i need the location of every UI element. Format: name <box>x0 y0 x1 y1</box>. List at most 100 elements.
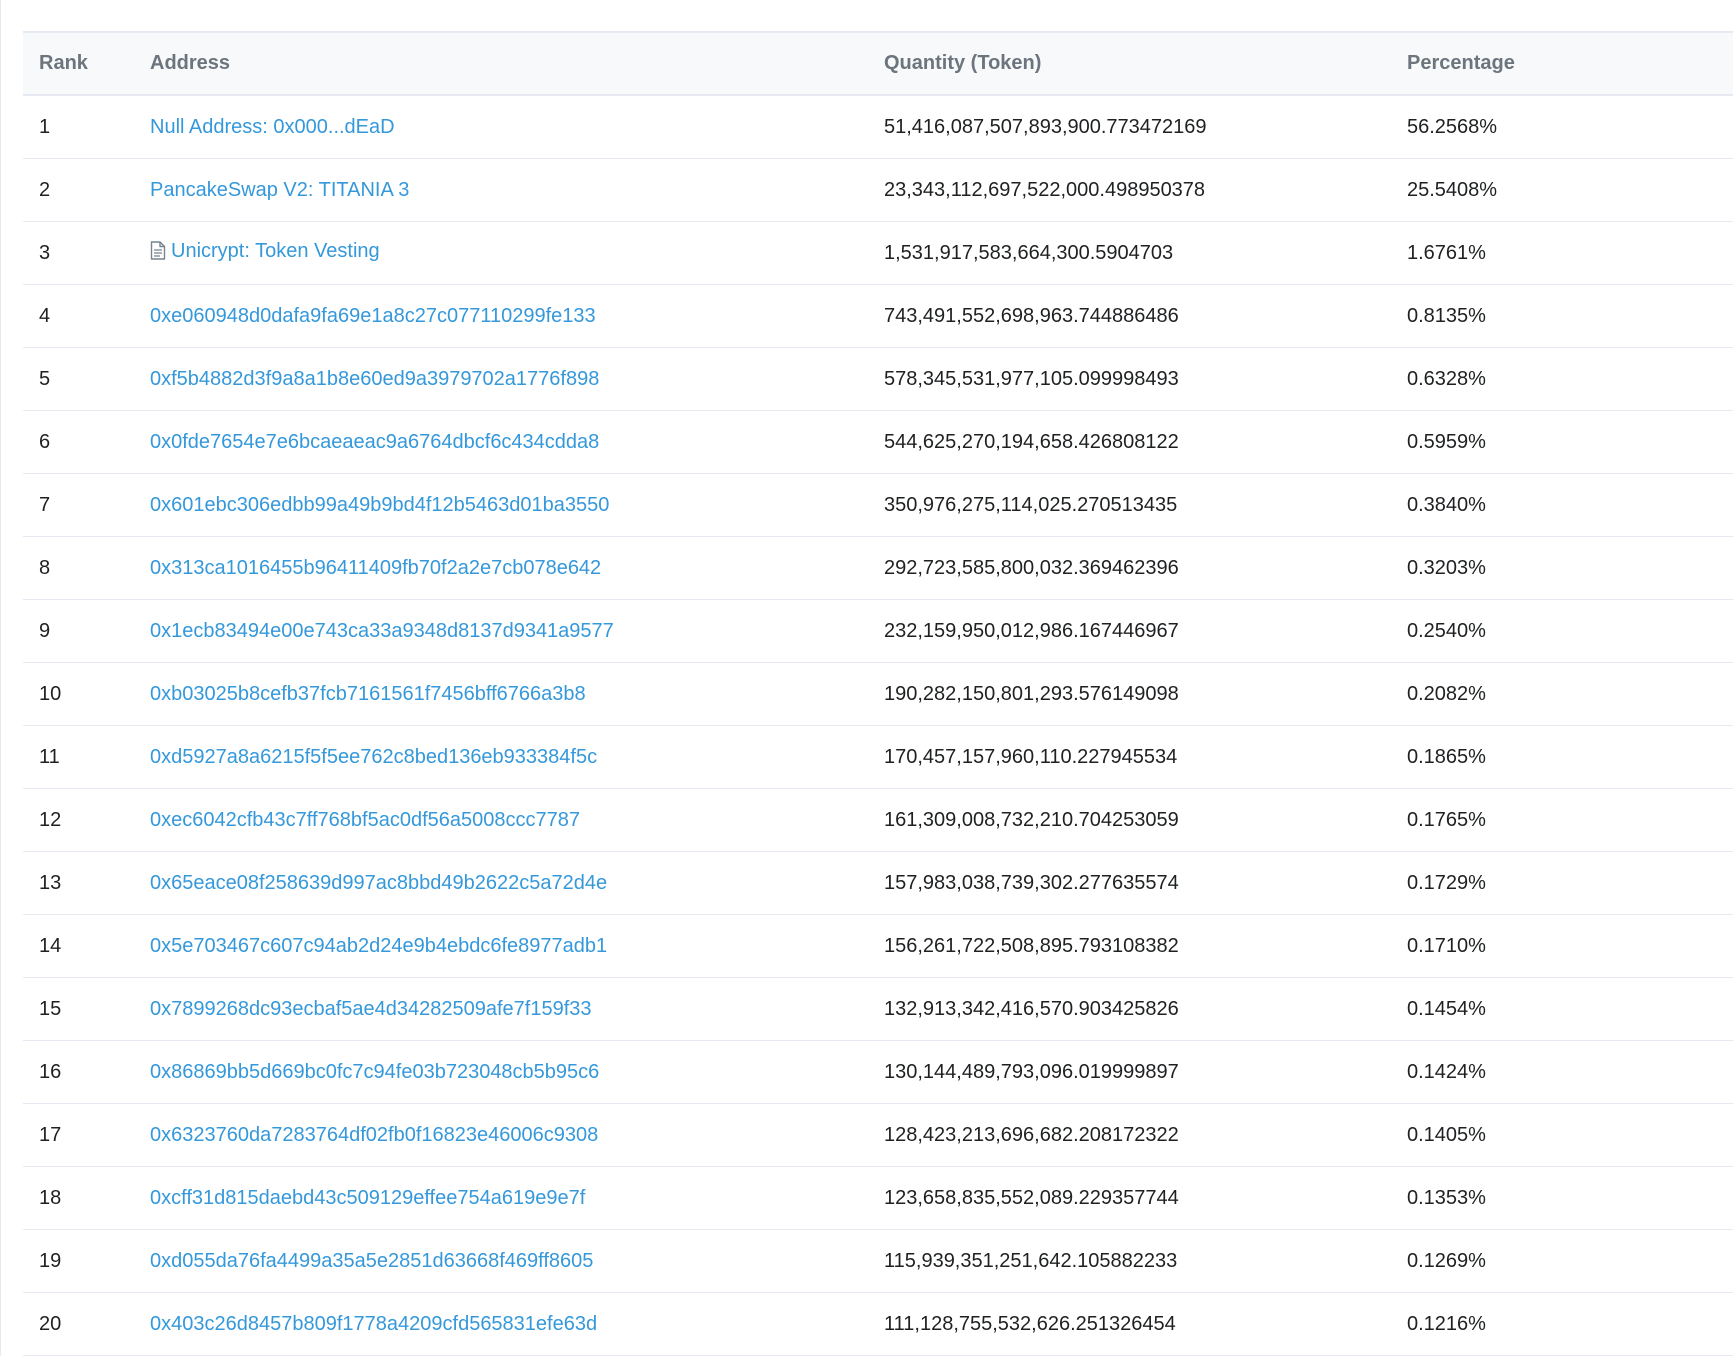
holder-address-link[interactable]: 0x65eace08f258639d997ac8bbd49b2622c5a72d… <box>150 872 607 894</box>
address-cell: 0x1ecb83494e00e743ca33a9348d8137d9341a95… <box>150 599 884 663</box>
percentage-cell: 1.6761% <box>1407 221 1733 285</box>
address-cell: 0x601ebc306edbb99a49b9bd4f12b5463d01ba35… <box>150 473 884 537</box>
quantity-cell: 128,423,213,696,682.208172322 <box>884 1103 1407 1167</box>
quantity-cell: 170,457,157,960,110.227945534 <box>884 725 1407 789</box>
address-cell: 0x313ca1016455b96411409fb70f2a2e7cb078e6… <box>150 536 884 600</box>
address-cell: 0x65eace08f258639d997ac8bbd49b2622c5a72d… <box>150 851 884 915</box>
percentage-cell: 0.1405% <box>1407 1103 1733 1167</box>
percentage-cell: 0.6328% <box>1407 347 1733 411</box>
percentage-cell: 56.2568% <box>1407 95 1733 159</box>
table-row: 8 0x313ca1016455b96411409fb70f2a2e7cb078e… <box>23 536 1733 600</box>
holder-address-link[interactable]: 0xf5b4882d3f9a8a1b8e60ed9a3979702a1776f8… <box>150 368 599 390</box>
address-cell: 0x86869bb5d669bc0fc7c94fe03b723048cb5b95… <box>150 1040 884 1104</box>
address-cell: 0x7899268dc93ecbaf5ae4d34282509afe7f159f… <box>150 977 884 1041</box>
table-row: 9 0x1ecb83494e00e743ca33a9348d8137d9341a9… <box>23 599 1733 663</box>
percentage-cell: 0.1865% <box>1407 725 1733 789</box>
holder-address-link[interactable]: 0xd055da76fa4499a35a5e2851d63668f469ff86… <box>150 1250 593 1272</box>
percentage-cell: 0.2540% <box>1407 599 1733 663</box>
holder-address-link[interactable]: Null Address: 0x000...dEaD <box>150 116 395 138</box>
rank-cell: 7 <box>23 473 150 537</box>
address-cell: 0xd055da76fa4499a35a5e2851d63668f469ff86… <box>150 1229 884 1293</box>
address-cell: 0xcff31d815daebd43c509129effee754a619e9e… <box>150 1166 884 1230</box>
holder-address-link[interactable]: 0x5e703467c607c94ab2d24e9b4ebdc6fe8977ad… <box>150 935 607 957</box>
rank-cell: 3 <box>23 221 150 285</box>
table-row: 17 0x6323760da7283764df02fb0f16823e46006c… <box>23 1103 1733 1167</box>
table-row: 20 0x403c26d8457b809f1778a4209cfd565831ef… <box>23 1292 1733 1356</box>
table-row: 10 0xb03025b8cefb37fcb7161561f7456bff6766… <box>23 662 1733 726</box>
table-row: 14 0x5e703467c607c94ab2d24e9b4ebdc6fe8977… <box>23 914 1733 978</box>
address-cell: Null Address: 0x000...dEaD <box>150 95 884 159</box>
address-cell: 0xec6042cfb43c7ff768bf5ac0df56a5008ccc77… <box>150 788 884 852</box>
quantity-cell: 544,625,270,194,658.426808122 <box>884 410 1407 474</box>
address-cell: 0xe060948d0dafa9fa69e1a8c27c077110299fe1… <box>150 284 884 348</box>
quantity-cell: 156,261,722,508,895.793108382 <box>884 914 1407 978</box>
rank-cell: 9 <box>23 599 150 663</box>
rank-cell: 14 <box>23 914 150 978</box>
holder-address-link[interactable]: 0xcff31d815daebd43c509129effee754a619e9e… <box>150 1187 585 1209</box>
rank-cell: 2 <box>23 158 150 222</box>
quantity-cell: 190,282,150,801,293.576149098 <box>884 662 1407 726</box>
address-cell: 0xd5927a8a6215f5f5ee762c8bed136eb933384f… <box>150 725 884 789</box>
holder-address-link[interactable]: 0xb03025b8cefb37fcb7161561f7456bff6766a3… <box>150 683 586 705</box>
table-header-row: Rank Address Quantity (Token) Percentage <box>23 33 1733 96</box>
holder-address-link[interactable]: 0x7899268dc93ecbaf5ae4d34282509afe7f159f… <box>150 998 592 1020</box>
percentage-cell: 0.1729% <box>1407 851 1733 915</box>
holder-address-link[interactable]: 0x0fde7654e7e6bcaeaeac9a6764dbcf6c434cdd… <box>150 431 599 453</box>
table-row: 19 0xd055da76fa4499a35a5e2851d63668f469ff… <box>23 1229 1733 1293</box>
address-cell: 0x5e703467c607c94ab2d24e9b4ebdc6fe8977ad… <box>150 914 884 978</box>
table-row: 13 0x65eace08f258639d997ac8bbd49b2622c5a7… <box>23 851 1733 915</box>
rank-cell: 8 <box>23 536 150 600</box>
table-body: 1 Null Address: 0x000...dEaD 51,416,087,50… <box>23 95 1733 1356</box>
holder-address-link[interactable]: 0xe060948d0dafa9fa69e1a8c27c077110299fe1… <box>150 305 596 327</box>
rank-cell: 18 <box>23 1166 150 1230</box>
holder-address-link[interactable]: 0x403c26d8457b809f1778a4209cfd565831efe6… <box>150 1313 597 1335</box>
quantity-cell: 132,913,342,416,570.903425826 <box>884 977 1407 1041</box>
rank-cell: 17 <box>23 1103 150 1167</box>
quantity-cell: 123,658,835,552,089.229357744 <box>884 1166 1407 1230</box>
holder-address-link[interactable]: PancakeSwap V2: TITANIA 3 <box>150 179 409 201</box>
rank-cell: 19 <box>23 1229 150 1293</box>
percentage-cell: 0.1353% <box>1407 1166 1733 1230</box>
percentage-cell: 0.3840% <box>1407 473 1733 537</box>
table-row: 1 Null Address: 0x000...dEaD 51,416,087,50… <box>23 95 1733 159</box>
address-cell: 0xf5b4882d3f9a8a1b8e60ed9a3979702a1776f8… <box>150 347 884 411</box>
quantity-cell: 51,416,087,507,893,900.773472169 <box>884 95 1407 159</box>
holder-address-link[interactable]: 0xec6042cfb43c7ff768bf5ac0df56a5008ccc77… <box>150 809 580 831</box>
table-row: 15 0x7899268dc93ecbaf5ae4d34282509afe7f15… <box>23 977 1733 1041</box>
rank-cell: 1 <box>23 95 150 159</box>
quantity-cell: 292,723,585,800,032.369462396 <box>884 536 1407 600</box>
quantity-cell: 115,939,351,251,642.105882233 <box>884 1229 1407 1293</box>
table-row: 3 Unicrypt: Token Vesting 1,531,917,583,66… <box>23 221 1733 285</box>
quantity-column-header: Quantity (Token) <box>884 33 1407 96</box>
quantity-cell: 578,345,531,977,105.099998493 <box>884 347 1407 411</box>
address-column-header: Address <box>150 33 884 96</box>
holder-address-link[interactable]: Unicrypt: Token Vesting <box>171 240 380 262</box>
percentage-cell: 0.1424% <box>1407 1040 1733 1104</box>
holder-address-link[interactable]: 0x601ebc306edbb99a49b9bd4f12b5463d01ba35… <box>150 494 609 516</box>
holder-address-link[interactable]: 0x86869bb5d669bc0fc7c94fe03b723048cb5b95… <box>150 1061 599 1083</box>
rank-cell: 10 <box>23 662 150 726</box>
percentage-cell: 25.5408% <box>1407 158 1733 222</box>
table-row: 18 0xcff31d815daebd43c509129effee754a619e… <box>23 1166 1733 1230</box>
quantity-cell: 1,531,917,583,664,300.5904703 <box>884 221 1407 285</box>
holder-address-link[interactable]: 0x1ecb83494e00e743ca33a9348d8137d9341a95… <box>150 620 614 642</box>
holder-address-link[interactable]: 0x6323760da7283764df02fb0f16823e46006c93… <box>150 1124 598 1146</box>
percentage-cell: 0.1269% <box>1407 1229 1733 1293</box>
address-cell: 0xb03025b8cefb37fcb7161561f7456bff6766a3… <box>150 662 884 726</box>
table-row: 4 0xe060948d0dafa9fa69e1a8c27c077110299fe… <box>23 284 1733 348</box>
rank-column-header: Rank <box>23 33 150 96</box>
address-cell: 0x6323760da7283764df02fb0f16823e46006c93… <box>150 1103 884 1167</box>
contract-document-icon <box>150 241 166 266</box>
rank-cell: 11 <box>23 725 150 789</box>
holder-address-link[interactable]: 0x313ca1016455b96411409fb70f2a2e7cb078e6… <box>150 557 601 579</box>
percentage-cell: 0.1765% <box>1407 788 1733 852</box>
rank-cell: 4 <box>23 284 150 348</box>
address-cell: PancakeSwap V2: TITANIA 3 <box>150 158 884 222</box>
quantity-cell: 130,144,489,793,096.019999897 <box>884 1040 1407 1104</box>
table-row: 7 0x601ebc306edbb99a49b9bd4f12b5463d01ba3… <box>23 473 1733 537</box>
holder-address-link[interactable]: 0xd5927a8a6215f5f5ee762c8bed136eb933384f… <box>150 746 597 768</box>
rank-cell: 13 <box>23 851 150 915</box>
quantity-cell: 23,343,112,697,522,000.498950378 <box>884 158 1407 222</box>
quantity-cell: 350,976,275,114,025.270513435 <box>884 473 1407 537</box>
table-row: 6 0x0fde7654e7e6bcaeaeac9a6764dbcf6c434cd… <box>23 410 1733 474</box>
